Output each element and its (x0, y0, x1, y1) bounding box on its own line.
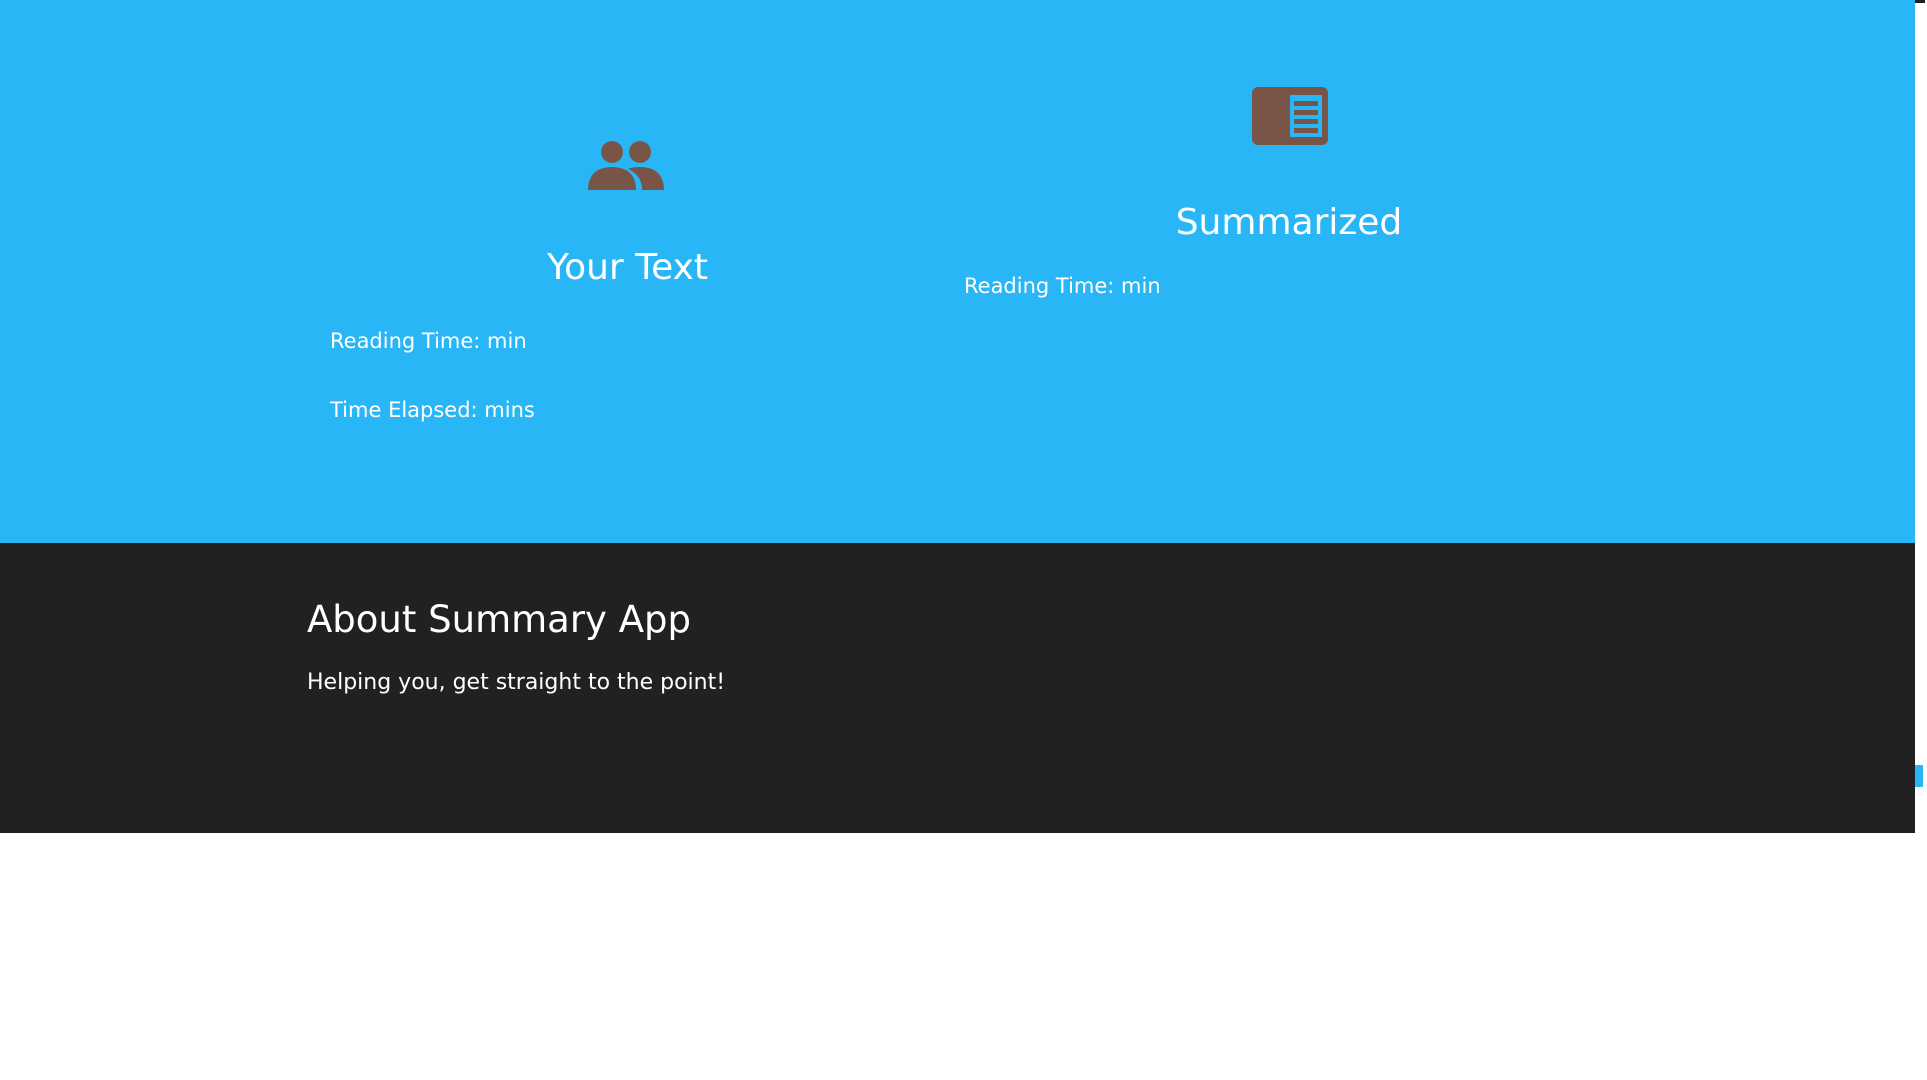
your-text-reading-time: Reading Time: min (330, 329, 527, 354)
footer-title: About Summary App (307, 598, 692, 641)
scrollbar-top-edge (1915, 0, 1925, 3)
summarized-title: Summarized (1175, 202, 1403, 243)
page: Your Text Reading Time: min Time Elapsed… (0, 0, 1927, 1080)
your-text-title: Your Text (546, 247, 709, 288)
scroll-to-top-button[interactable] (1915, 765, 1923, 787)
footer-content: About Summary App Helping you, get strai… (307, 598, 725, 697)
footer-tagline: Helping you, get straight to the point! (307, 670, 726, 696)
your-text-column: Your Text Reading Time: min Time Elapsed… (330, 140, 925, 424)
your-text-time-elapsed: Time Elapsed: mins (330, 398, 535, 423)
summarized-column: Summarized Reading Time: min (964, 85, 1614, 299)
footer: About Summary App Helping you, get strai… (0, 543, 1915, 833)
chrome-reader-mode-icon (1252, 85, 1328, 147)
hero-section: Your Text Reading Time: min Time Elapsed… (0, 0, 1915, 543)
summarized-reading-time: Reading Time: min (964, 274, 1161, 299)
group-icon (588, 140, 664, 192)
